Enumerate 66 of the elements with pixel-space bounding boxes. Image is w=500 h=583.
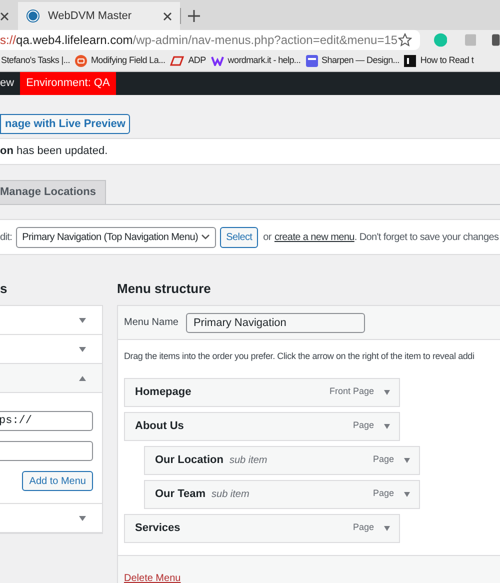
extension-icon: [464, 34, 476, 46]
close-icon: [163, 12, 172, 20]
bookmark-icon: [306, 54, 318, 66]
accordion-header[interactable]: [0, 364, 102, 393]
menu-item[interactable]: Homepage Front Page: [124, 378, 400, 406]
item-type: Page: [372, 453, 394, 466]
column-heading: Menu structure: [117, 280, 212, 298]
tab-title: WebDVM Master: [48, 8, 133, 24]
extension-icon: [434, 33, 447, 47]
url-field[interactable]: ps://: [0, 411, 93, 431]
menu-item-title: Homepage: [135, 384, 192, 400]
select-button[interactable]: Select: [220, 226, 258, 248]
link-text-field[interactable]: [0, 441, 93, 461]
admin-bar-link[interactable]: ew: [0, 72, 20, 95]
menu-item[interactable]: Our Team sub item Page: [144, 480, 420, 508]
menu-select[interactable]: Primary Navigation (Top Navigation Menu): [16, 226, 216, 248]
menu-name-field[interactable]: Primary Navigation: [186, 312, 366, 332]
bookmark[interactable]: How to Read t: [403, 54, 475, 68]
menu-name-label: Menu Name: [124, 316, 178, 330]
expand-arrow-icon: [384, 526, 390, 530]
sub-item-label: sub item: [212, 488, 250, 502]
wordpress-icon: [26, 9, 40, 23]
item-type: Page: [352, 521, 374, 534]
browser-tab[interactable]: WebDVM Master: [18, 2, 180, 30]
menu-item[interactable]: About Us Page: [124, 412, 400, 440]
add-to-menu-button[interactable]: Add to Menu: [22, 471, 93, 491]
environment-badge[interactable]: Environment: QA: [20, 72, 116, 95]
select-label: dit:: [0, 230, 12, 244]
address-field[interactable]: s://qa.web4.lifelearn.com/wp-admin/nav-menus.php?action=edit&menu=15: [0, 30, 420, 50]
notice-message: on has been updated.: [0, 144, 108, 160]
sub-item-label: sub item: [229, 454, 268, 468]
bookmark[interactable]: ADP: [169, 54, 207, 68]
bookmark[interactable]: Stefano's Tasks |...: [0, 54, 71, 68]
menu-item[interactable]: Our Location sub item Page: [144, 446, 420, 474]
menu-item-title: About Us: [135, 418, 184, 434]
menu-item-title: Our Team: [155, 486, 206, 502]
plus-icon: [187, 9, 201, 23]
menu-item[interactable]: Services Page: [124, 514, 400, 542]
expand-arrow-icon: [384, 390, 390, 394]
instructions: Drag the items into the order you prefer. Click the arrow on the right of the item to reveal addi: [124, 350, 476, 363]
star-icon: [398, 33, 412, 47]
live-preview-button[interactable]: nage with Live Preview: [0, 114, 130, 134]
bookmark-icon: [74, 54, 87, 66]
bookmark-icon: [170, 56, 184, 66]
select-text: or: [263, 230, 272, 244]
menu-item-title: Services: [135, 520, 180, 536]
item-type: Page: [372, 487, 394, 500]
save-reminder: . Don't forget to save your changes: [354, 230, 499, 244]
bookmark[interactable]: wordmark.it - help...: [210, 54, 302, 68]
close-icon: [0, 12, 9, 20]
expand-arrow-icon: [384, 424, 390, 428]
bookmark[interactable]: Sharpen — Design...: [304, 54, 400, 68]
delete-menu-link[interactable]: Delete Menu: [124, 572, 181, 583]
extension-icon: [492, 34, 500, 46]
column-heading: s: [0, 280, 8, 298]
item-type: Page: [352, 419, 374, 432]
bookmark-icon: [404, 54, 416, 66]
expand-arrow-icon: [404, 492, 410, 496]
bookmark[interactable]: Modifying Field La...: [74, 54, 166, 68]
item-type: Front Page: [329, 385, 374, 398]
expand-arrow-icon: [404, 458, 410, 462]
create-menu-link[interactable]: create a new menu: [274, 230, 354, 244]
menu-item-title: Our Location: [155, 452, 224, 468]
manage-locations-tab[interactable]: Manage Locations: [0, 180, 106, 204]
bookmark-icon: [210, 56, 224, 66]
chevron-down-icon: [201, 234, 210, 240]
